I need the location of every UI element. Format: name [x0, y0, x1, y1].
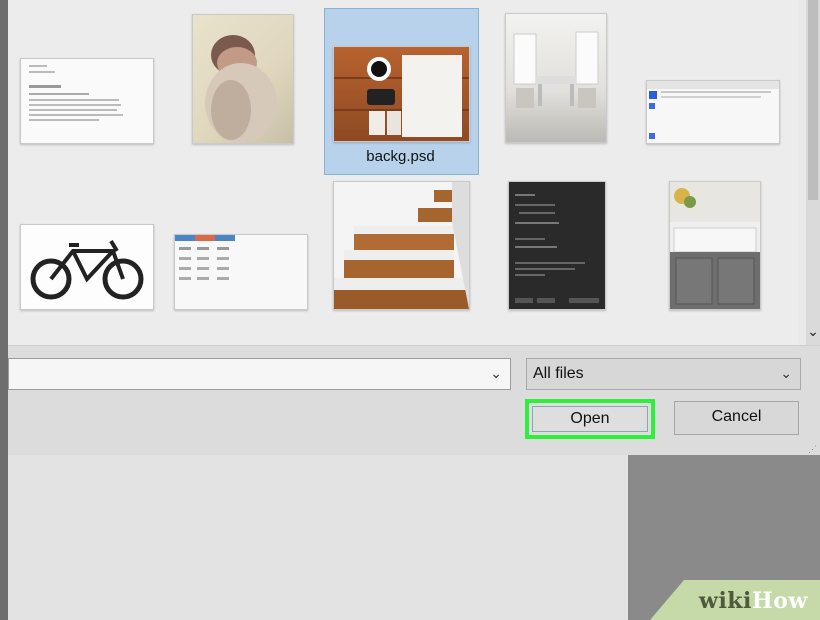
file-type-select[interactable]: All files ⌄	[526, 358, 801, 390]
thumbnail-desk-photo[interactable]	[333, 46, 470, 142]
background-canvas	[8, 455, 628, 620]
chevron-down-icon[interactable]: ⌄	[490, 365, 502, 382]
scroll-down-chevron-icon[interactable]: ⌄	[806, 322, 820, 340]
thumbnail-white-room[interactable]	[505, 13, 607, 143]
open-file-dialog: backg.psd ⌄ ⌄ All files ⌄ Open Cancel ⋰	[8, 0, 820, 456]
thumbnail-baby-photo[interactable]	[192, 14, 294, 144]
background-edge	[0, 0, 8, 620]
scrollbar-thumb[interactable]	[808, 0, 818, 200]
vertical-scrollbar[interactable]: ⌄	[806, 0, 820, 345]
dialog-footer: ⌄ All files ⌄ Open Cancel ⋰	[8, 345, 820, 456]
open-button[interactable]: Open	[532, 406, 648, 432]
resize-grip-icon[interactable]: ⋰	[808, 444, 818, 454]
thumbnail-kitchen-sink[interactable]	[669, 181, 761, 310]
thumbnail-web-page[interactable]	[646, 80, 780, 144]
thumbnail-spreadsheet[interactable]	[174, 234, 308, 310]
open-button-highlight[interactable]: Open	[525, 399, 655, 439]
file-type-value: All files	[533, 365, 584, 382]
chevron-down-icon[interactable]: ⌄	[780, 365, 792, 382]
wikihow-watermark: wikiHow	[699, 588, 808, 614]
thumbnail-document[interactable]	[20, 58, 154, 144]
cancel-button[interactable]: Cancel	[674, 401, 799, 435]
thumbnail-dark-settings[interactable]	[508, 181, 606, 310]
thumbnail-wood-stairs[interactable]	[333, 181, 470, 310]
thumbnail-bicycle[interactable]	[20, 224, 154, 310]
file-name-input[interactable]: ⌄	[8, 358, 511, 390]
file-thumbnail-grid: backg.psd	[8, 0, 798, 345]
selected-file-label: backg.psd	[366, 148, 435, 165]
